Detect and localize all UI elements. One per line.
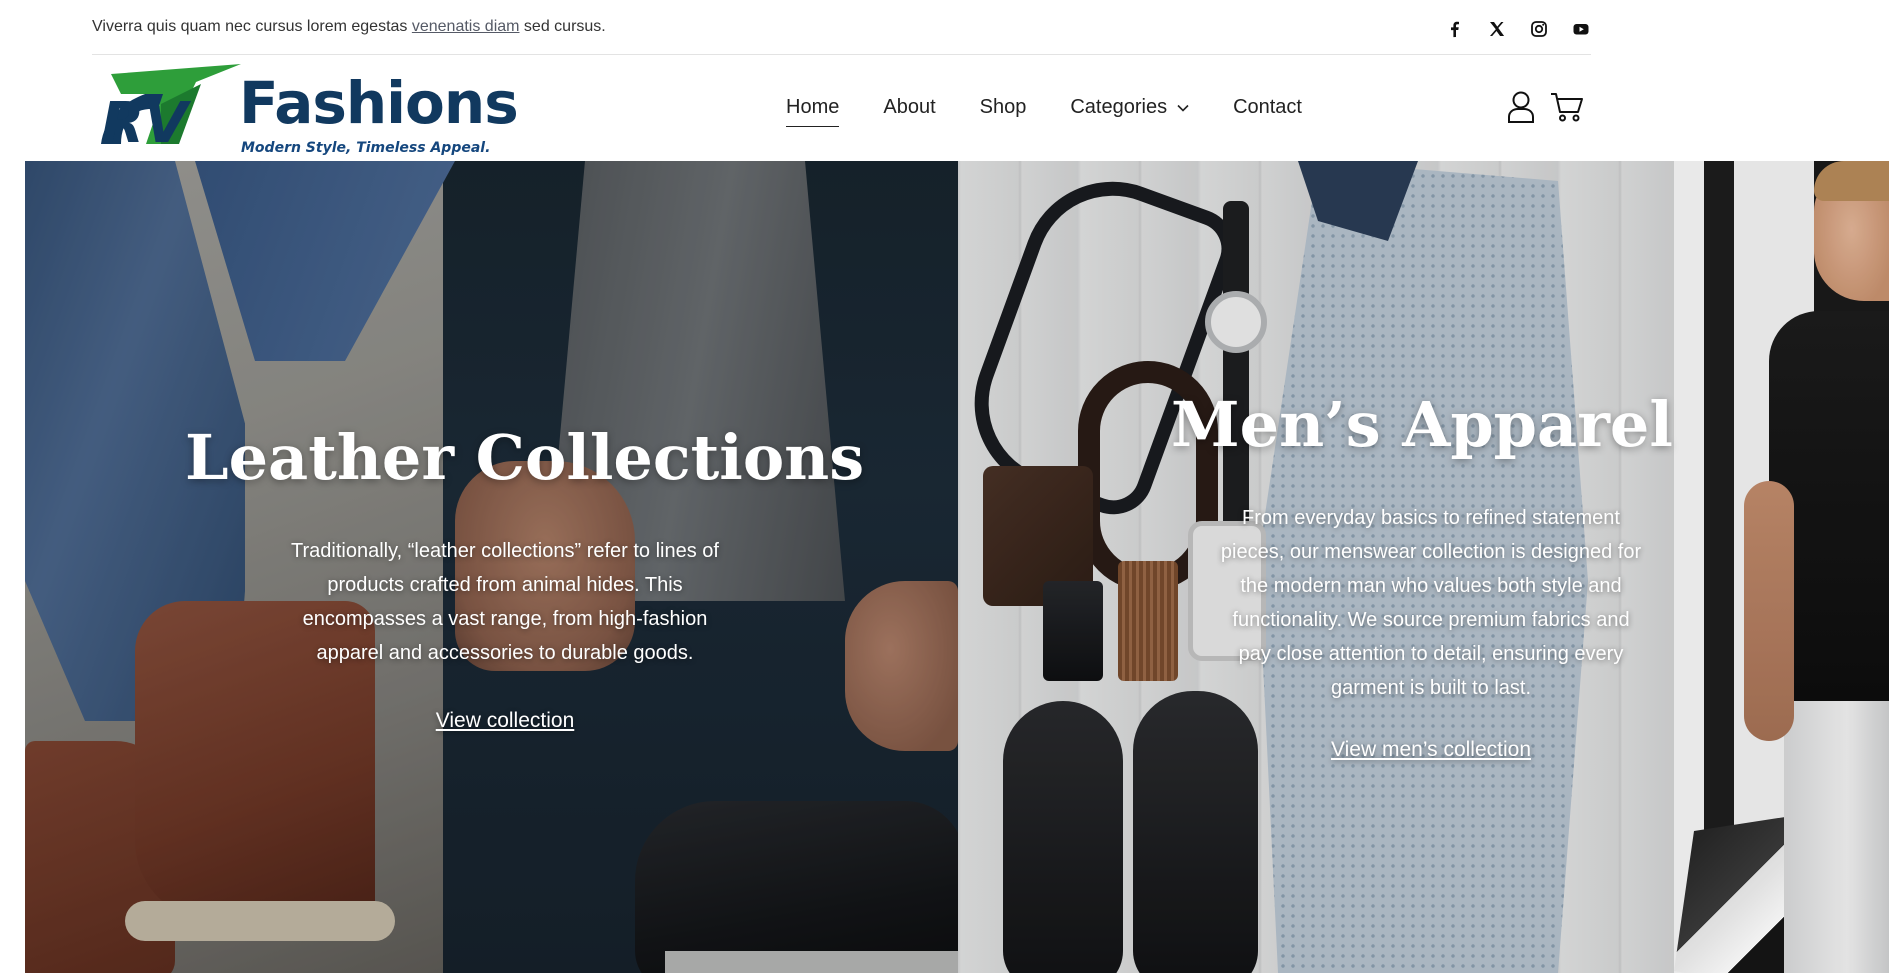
mens-apparel-title: Men’s Apparel — [1171, 388, 1673, 461]
nav-item-label: Contact — [1233, 96, 1302, 118]
logo-tagline: Modern Style, Timeless Appeal. — [241, 140, 491, 156]
x-icon[interactable] — [1487, 19, 1507, 39]
leather-collections-title: Leather Collections — [185, 421, 865, 494]
model-panel — [1674, 161, 1889, 973]
leather-collections-description: Traditionally, “leather collections” ref… — [291, 540, 719, 664]
logo-mark: RV — [101, 64, 241, 154]
chevron-down-icon — [1177, 104, 1189, 112]
cart-icon[interactable] — [1550, 91, 1584, 123]
announcement-text: Viverra quis quam nec cursus lorem egest… — [92, 18, 606, 36]
site-logo[interactable]: RV Fashions Modern Style, Timeless Appea… — [91, 64, 519, 156]
instagram-icon[interactable] — [1529, 19, 1549, 39]
nav-item-label: Categories — [1070, 96, 1168, 118]
top-bar: Viverra quis quam nec cursus lorem egest… — [0, 0, 1899, 56]
nav-item-about[interactable]: About — [883, 96, 935, 119]
nav-item-shop[interactable]: Shop — [980, 96, 1027, 119]
nav-item-label: About — [883, 96, 936, 118]
nav-item-label: Shop — [979, 96, 1027, 118]
announcement-text-end: sed cursus. — [519, 18, 606, 35]
nav-item-label: Home — [786, 96, 840, 118]
announcement-text-start: Viverra quis quam nec cursus lorem egest… — [92, 18, 412, 35]
nav-item-contact[interactable]: Contact — [1233, 96, 1302, 119]
site-header: RV Fashions Modern Style, Timeless Appea… — [0, 56, 1899, 161]
view-mens-collection-link[interactable]: View men’s collection — [1316, 738, 1546, 762]
header-actions — [1506, 90, 1584, 124]
nav-item-home[interactable]: Home — [786, 96, 840, 127]
facebook-icon[interactable] — [1445, 19, 1465, 39]
user-icon[interactable] — [1506, 90, 1536, 124]
main-nav: Home About Shop Categories Contact — [786, 96, 1346, 127]
view-collection-link[interactable]: View collection — [415, 709, 595, 733]
announcement-link[interactable]: venenatis diam — [412, 18, 520, 35]
social-links — [1445, 19, 1591, 39]
mens-apparel-description: From everyday basics to refined statemen… — [1220, 507, 1642, 699]
panel-overlay — [1674, 161, 1889, 973]
top-bar-inner: Viverra quis quam nec cursus lorem egest… — [92, 0, 1591, 55]
hero-section: Leather Collections Traditionally, “leat… — [25, 161, 1889, 973]
logo-wordmark: Fashions — [239, 69, 519, 137]
logo-initials: RV — [101, 91, 192, 154]
nav-item-categories[interactable]: Categories — [1070, 96, 1189, 119]
youtube-icon[interactable] — [1571, 19, 1591, 39]
